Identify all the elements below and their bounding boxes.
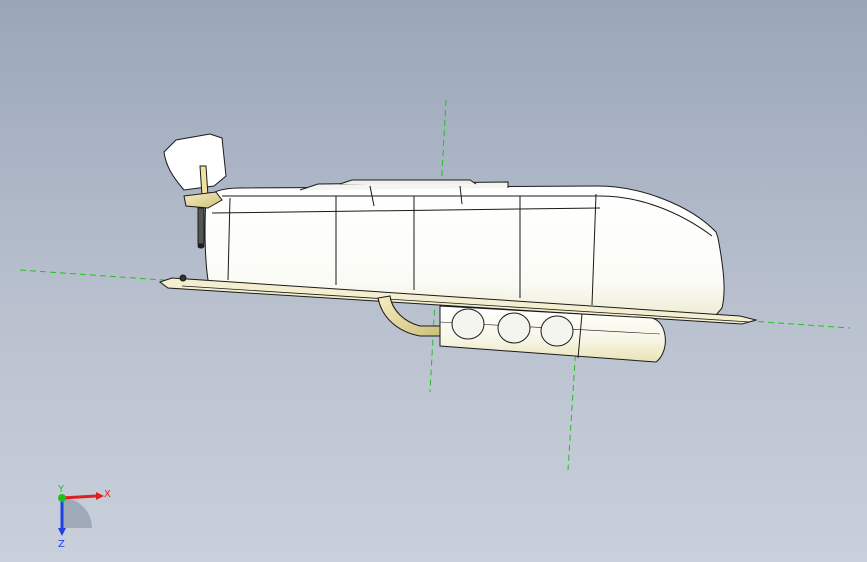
coordinate-triad: X Y Z (57, 484, 111, 550)
z-axis-label: Z (58, 539, 65, 550)
x-axis-arrow (61, 494, 97, 500)
y-axis-dot (58, 494, 66, 502)
cad-3d-viewport[interactable]: X Y Z (0, 0, 867, 562)
tube-hole-3 (540, 315, 574, 347)
y-axis-label: Y (57, 484, 65, 495)
vertical-reference-line-right (567, 344, 577, 471)
x-axis-label: X (104, 489, 111, 500)
tube-hole-2 (497, 312, 531, 344)
tube-hole-1 (451, 308, 485, 340)
